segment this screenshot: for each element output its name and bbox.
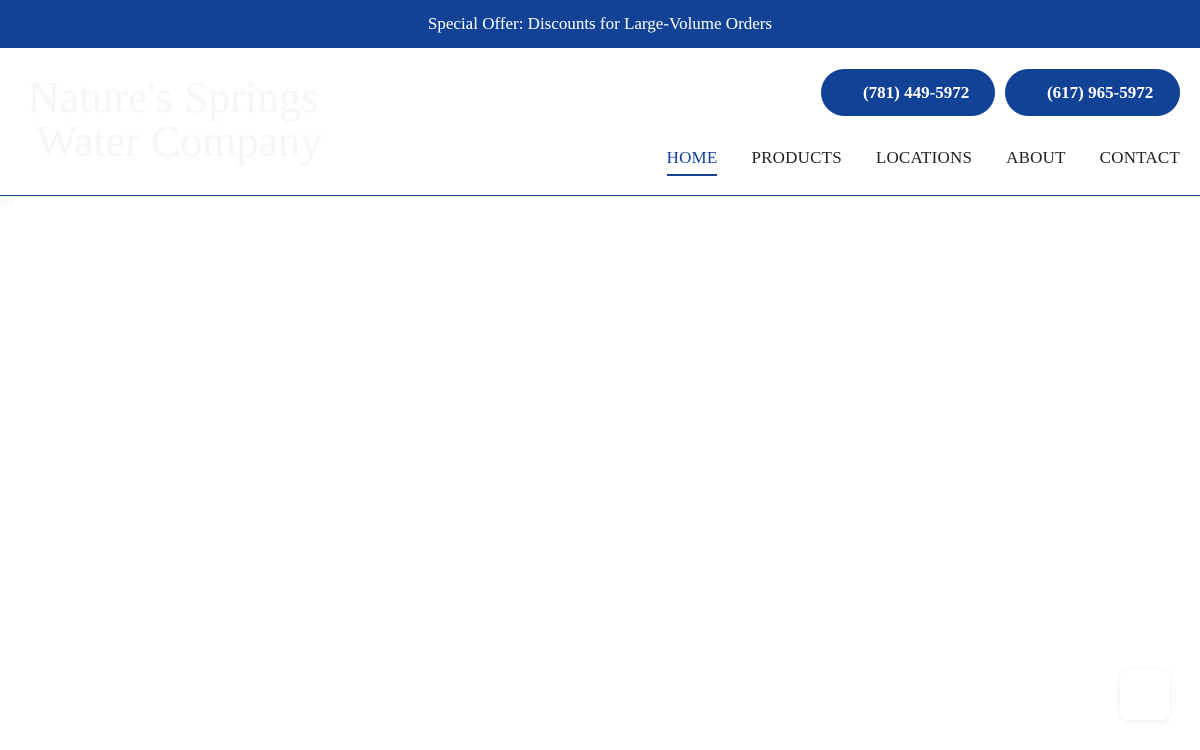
nav-item-contact[interactable]: CONTACT	[1100, 148, 1180, 176]
site-header: Nature's Springs Water Company (781) 449…	[0, 48, 1200, 196]
phone-icon	[846, 86, 855, 99]
nav-item-locations[interactable]: LOCATIONS	[876, 148, 972, 176]
phone-number-1: (781) 449-5972	[863, 82, 970, 102]
phone-button-1[interactable]: (781) 449-5972	[821, 69, 995, 116]
chat-widget-icon[interactable]	[1120, 670, 1170, 720]
nav-item-home[interactable]: HOME	[666, 148, 718, 176]
promo-text: Special Offer: Discounts for Large-Volum…	[427, 14, 773, 33]
phone-button-2[interactable]: (617) 965-5972	[1005, 69, 1180, 116]
decorative-corner	[0, 196, 14, 206]
phone-number-2: (617) 965-5972	[1047, 82, 1154, 102]
phone-icon	[1030, 86, 1039, 99]
logo-line-1: Nature's Springs	[28, 73, 319, 122]
main-nav: HOME PRODUCTS LOCATIONS ABOUT CONTACT	[666, 148, 1180, 176]
site-logo[interactable]: Nature's Springs Water Company	[28, 76, 358, 171]
logo-line-2: Water Company	[36, 117, 323, 166]
nav-item-about[interactable]: ABOUT	[1006, 148, 1066, 176]
promo-banner: Special Offer: Discounts for Large-Volum…	[0, 0, 1200, 48]
nav-item-products[interactable]: PRODUCTS	[751, 148, 841, 176]
